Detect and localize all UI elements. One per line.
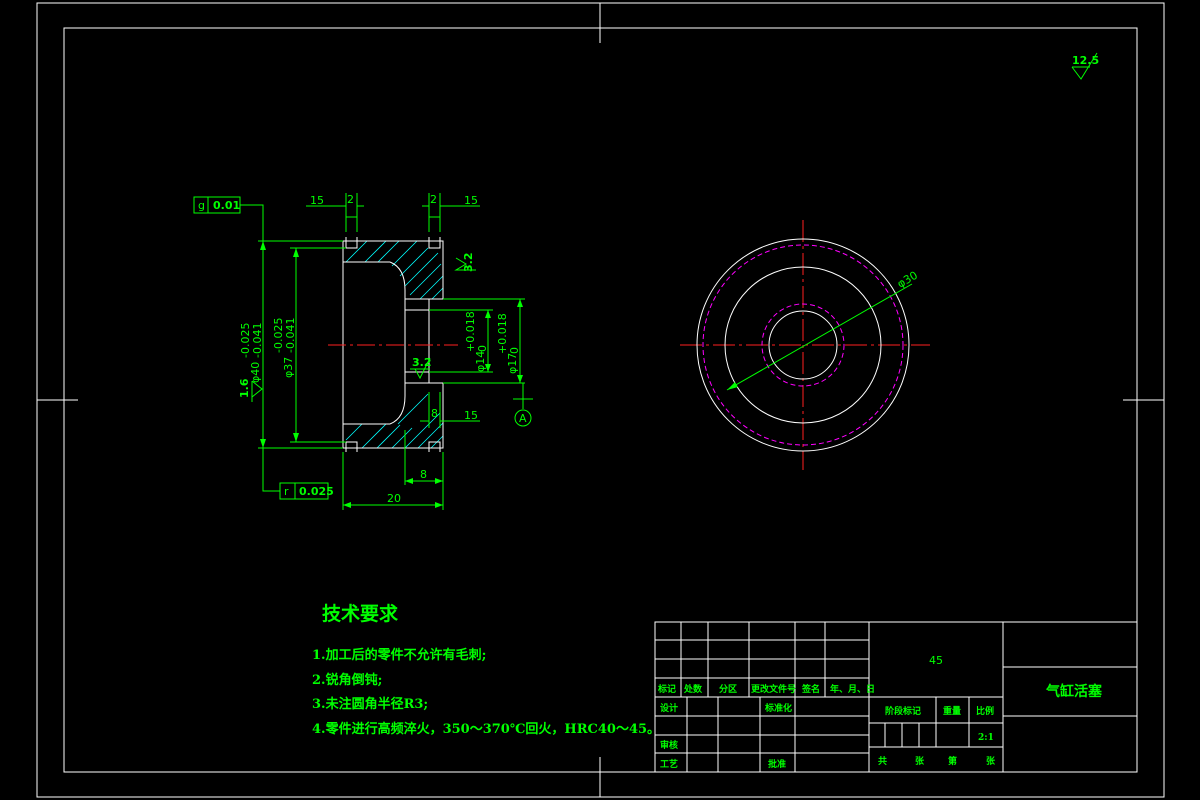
svg-text:阶段标记: 阶段标记 [885, 705, 921, 717]
notes-title: 技术要求 [322, 602, 399, 625]
tol-top-value: 0.01 [213, 199, 240, 212]
svg-text:共: 共 [878, 755, 887, 767]
dim-phi14-tol-low: 0 [476, 345, 489, 352]
svg-text:处数: 处数 [683, 683, 703, 695]
dim-phi37: φ37 [282, 357, 295, 378]
svg-text:签名: 签名 [801, 683, 820, 695]
note-4: 4.零件进行高频淬火，350～370℃回火，HRC40～45。 [312, 721, 660, 737]
svg-text:张: 张 [915, 755, 925, 767]
roughness-corner: 12.5 [1071, 52, 1099, 80]
dim-phi17: φ17 [506, 353, 519, 374]
sheet-border [36, 2, 1165, 798]
section-view [328, 237, 458, 452]
datum-symbol: A [513, 383, 533, 427]
part-name: 气缸活塞 [1045, 683, 1103, 700]
dim-8-bottom: 8 [420, 468, 427, 481]
roughness-symbol-1: 3.2 [454, 253, 476, 273]
dim-phi17-tol-low: 0 [508, 347, 521, 354]
tolerance-frame-top: g 0.01 [193, 196, 264, 241]
svg-text:更改文件号: 更改文件号 [751, 683, 796, 695]
svg-text:3.2: 3.2 [462, 253, 475, 273]
tol-bottom-value: 0.025 [299, 485, 334, 498]
material: 45 [929, 654, 943, 667]
svg-text:年、月、日: 年、月、日 [830, 683, 875, 695]
note-1: 1.加工后的零件不允许有毛刺; [312, 647, 486, 663]
dim-phi40-tol-low: -0.041 [251, 323, 264, 358]
datum-label: A [519, 412, 527, 425]
dim-2-right: 2 [430, 193, 437, 206]
svg-text:批准: 批准 [768, 758, 786, 770]
tol-top-symbol: g [198, 199, 205, 212]
svg-text:标准化: 标准化 [764, 702, 792, 714]
svg-text:重量: 重量 [943, 705, 961, 717]
roughness-corner-value: 12.5 [1072, 54, 1099, 67]
drawing-canvas: 15 2 2 15 φ40 -0.025 -0.041 φ37 -0.025 -… [36, 2, 1165, 798]
note-3: 3.未注圆角半径R3; [312, 696, 428, 712]
dim-2-left: 2 [347, 193, 354, 206]
technical-notes: 技术要求 1.加工后的零件不允许有毛刺; 2.锐角倒钝; 3.未注圆角半径R3;… [312, 602, 660, 737]
roughness-symbol-2: 3.2 [410, 356, 432, 380]
end-view: φ30 [680, 220, 930, 470]
note-2: 2.锐角倒钝; [312, 672, 382, 688]
svg-text:工艺: 工艺 [660, 758, 678, 770]
tolerance-frame-bottom: r 0.025 [262, 448, 334, 500]
dim-phi30: φ30 [895, 269, 920, 291]
tol-bottom-symbol: r [284, 485, 289, 498]
svg-text:张: 张 [986, 755, 996, 767]
title-block: 45 气缸活塞 标记 处数 分区 更改文件号 签名 年、月、日 设计 标准化 审… [654, 621, 1138, 773]
dim-15-lower: 15 [464, 409, 478, 422]
svg-text:审核: 审核 [660, 739, 678, 751]
dim-8-lower: 8 [431, 407, 438, 420]
svg-text:标记: 标记 [657, 683, 676, 695]
dim-20: 20 [387, 492, 401, 505]
svg-text:设计: 设计 [660, 702, 678, 714]
svg-text:第: 第 [948, 755, 957, 767]
dim-phi37-tol-low: -0.041 [284, 318, 297, 353]
dim-15-right: 15 [464, 194, 478, 207]
dim-phi14: φ14 [474, 351, 487, 372]
svg-text:1.6: 1.6 [238, 378, 251, 398]
scale-value: 2:1 [978, 733, 994, 743]
svg-text:比例: 比例 [976, 705, 994, 717]
svg-text:分区: 分区 [719, 683, 737, 695]
svg-text:3.2: 3.2 [412, 356, 432, 369]
dim-15-left: 15 [310, 194, 324, 207]
